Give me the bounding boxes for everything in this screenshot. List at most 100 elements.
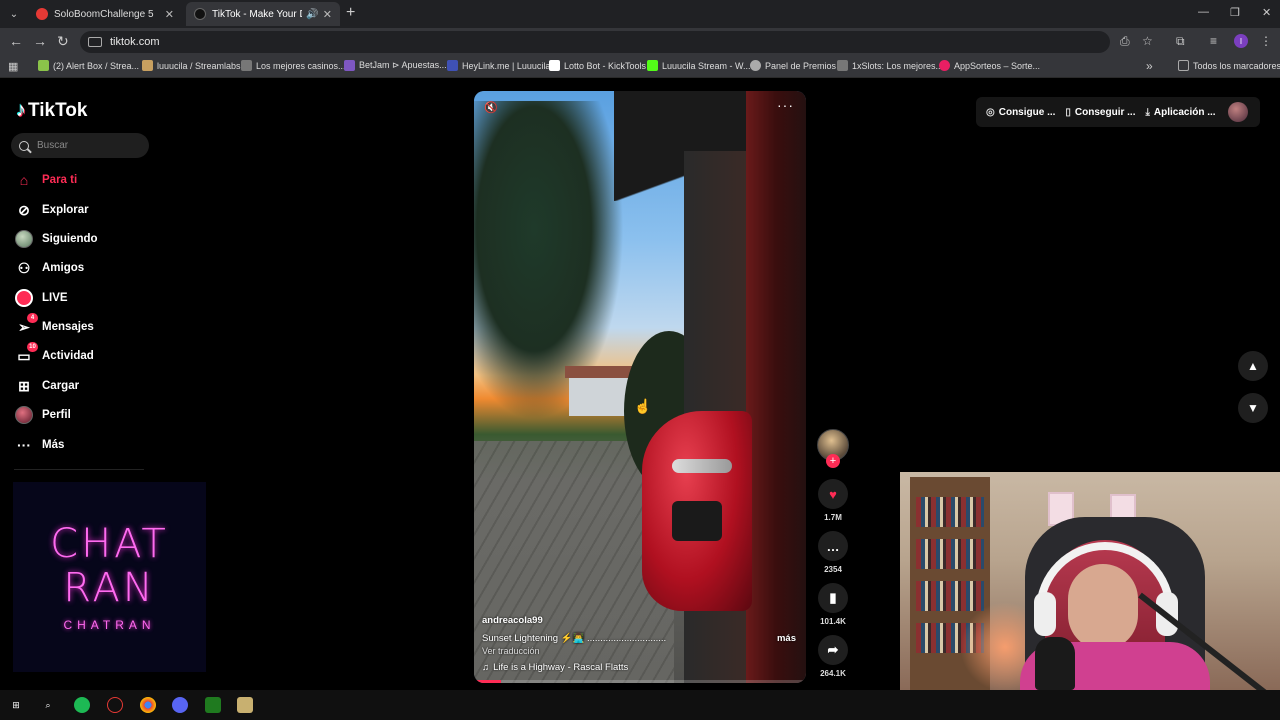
- car-headlight: [672, 459, 732, 473]
- mute-icon[interactable]: 🔇: [484, 101, 498, 114]
- restore-icon[interactable]: ❐: [1230, 6, 1240, 19]
- bookmark-favicon-icon: [241, 60, 252, 71]
- tab-soloboom[interactable]: SoloBoomChallenge 5 ✕: [28, 2, 182, 26]
- save-button[interactable]: ▮ 101.4K: [815, 583, 851, 626]
- search-input[interactable]: Buscar: [11, 133, 149, 158]
- video-author[interactable]: andreacola99: [482, 615, 798, 626]
- user-avatar[interactable]: [1227, 102, 1248, 122]
- minimize-icon[interactable]: —: [1198, 6, 1209, 18]
- bookmark-panel-premios[interactable]: Panel de Premios: [750, 60, 836, 71]
- tiktok-logo[interactable]: ♪ TikTok: [16, 99, 87, 122]
- hand-cursor-icon: ☝: [634, 398, 652, 414]
- bookmark-1xslots[interactable]: 1xSlots: Los mejores...: [837, 60, 943, 71]
- nav-siguiendo[interactable]: Siguiendo: [14, 228, 98, 250]
- like-button[interactable]: ♥ 1.7M: [815, 479, 851, 522]
- media-control-icon[interactable]: ≡: [1210, 34, 1217, 48]
- more-description-button[interactable]: más: [777, 633, 796, 644]
- bookmark-betjam[interactable]: BetJam ⊳ Apuestas...: [344, 60, 447, 71]
- discord-icon[interactable]: [172, 697, 188, 713]
- bookmark-lotto-bot[interactable]: Lotto Bot - KickTools: [549, 60, 646, 71]
- url-text: tiktok.com: [110, 36, 160, 48]
- messages-icon: ➢ 4: [14, 313, 38, 337]
- bookmark-favicon-icon: [939, 60, 950, 71]
- nav-live[interactable]: LIVE: [14, 287, 68, 309]
- bookmark-streamlabs[interactable]: luuucila / Streamlabs: [142, 60, 241, 71]
- next-video-button[interactable]: ▼: [1238, 393, 1268, 423]
- close-tab-icon[interactable]: ✕: [323, 8, 332, 21]
- league-icon[interactable]: [237, 697, 253, 713]
- bookmark-luuucila-stream[interactable]: Luuucila Stream - W...: [647, 60, 751, 71]
- heart-icon: ♥: [818, 479, 848, 509]
- bookmark-favicon-icon: [837, 60, 848, 71]
- more-bookmarks-icon[interactable]: »: [1146, 59, 1153, 73]
- new-tab-button[interactable]: +: [346, 4, 355, 22]
- webcam-overlay: [900, 472, 1280, 690]
- video-progress-fill: [474, 680, 501, 683]
- bookmark-appsorteos[interactable]: AppSorteos – Sorte...: [939, 60, 1040, 71]
- activity-badge: 10: [27, 342, 38, 352]
- video-car: [642, 411, 752, 611]
- browser-menu-icon[interactable]: ⋮: [1260, 34, 1272, 48]
- nav-cargar[interactable]: ⊞ Cargar: [14, 375, 79, 397]
- nav-mas[interactable]: ··· Más: [14, 434, 64, 456]
- close-window-icon[interactable]: ✕: [1262, 6, 1271, 19]
- forward-icon[interactable]: →: [33, 33, 47, 49]
- share-button[interactable]: ➦ 264.1K: [815, 635, 851, 678]
- nav-actividad[interactable]: ▭ 10 Actividad: [14, 342, 94, 367]
- search-placeholder: Buscar: [37, 140, 69, 151]
- close-tab-icon[interactable]: ✕: [165, 8, 174, 21]
- audio-playing-icon[interactable]: 🔊: [306, 9, 318, 20]
- translate-button[interactable]: Ver traducción: [482, 646, 798, 656]
- all-bookmarks-folder[interactable]: Todos los marcadores: [1178, 60, 1280, 71]
- nav-explorar[interactable]: ⊘ Explorar: [14, 199, 89, 221]
- get-coins-button[interactable]: ◎ Consigue ...: [986, 107, 1055, 118]
- bookmark-heylink[interactable]: HeyLink.me | Luuucila: [447, 60, 550, 71]
- taskbar-search-icon[interactable]: ⌕: [40, 697, 56, 713]
- nav-perfil[interactable]: Perfil: [14, 404, 71, 426]
- video-description: Sunset Lightening ⚡️👨‍💻 ................…: [482, 633, 796, 644]
- reload-icon[interactable]: ↻: [57, 33, 69, 50]
- nav-mensajes[interactable]: ➢ 4 Mensajes: [14, 313, 94, 338]
- spotify-icon[interactable]: [74, 697, 90, 713]
- previous-video-button[interactable]: ▲: [1238, 351, 1268, 381]
- tab-search-icon[interactable]: ⌄: [4, 4, 24, 24]
- nav-para-ti[interactable]: ⌂ Para ti: [14, 169, 77, 191]
- comment-button[interactable]: … 2354: [815, 531, 851, 574]
- profile-avatar-icon[interactable]: I: [1234, 34, 1248, 48]
- browser-tab-bar: ⌄ SoloBoomChallenge 5 ✕ TikTok - Make Yo…: [0, 0, 1280, 28]
- get-app-button[interactable]: ▯ Conseguir ...: [1065, 107, 1135, 118]
- headset-earcup: [1034, 592, 1056, 636]
- bookmarks-bar: ▦ (2) Alert Box / Strea... luuucila / St…: [0, 56, 1280, 78]
- chevron-up-icon: ▲: [1247, 359, 1259, 373]
- bookmark-favicon-icon: [549, 60, 560, 71]
- nav-amigos[interactable]: ⚇ Amigos: [14, 257, 84, 279]
- comment-icon: …: [818, 531, 848, 561]
- bookmark-alert-box[interactable]: (2) Alert Box / Strea...: [38, 60, 139, 71]
- download-app-button[interactable]: ⤓ Aplicación ...: [1145, 107, 1215, 118]
- back-icon[interactable]: ←: [9, 33, 23, 49]
- extensions-icon[interactable]: ⧉: [1176, 34, 1185, 49]
- tab-title: TikTok - Make Your Day: [212, 8, 302, 20]
- install-app-icon[interactable]: ⎙: [1120, 34, 1130, 49]
- bookmark-star-icon[interactable]: ☆: [1142, 34, 1153, 48]
- site-info-icon[interactable]: [88, 37, 102, 47]
- windows-taskbar: ⊞ ⌕: [0, 690, 1280, 720]
- app-icon[interactable]: [107, 697, 123, 713]
- share-icon: ➦: [818, 635, 848, 665]
- tab-title: SoloBoomChallenge 5: [54, 8, 154, 20]
- game-icon[interactable]: [205, 697, 221, 713]
- friends-icon: ⚇: [17, 259, 31, 276]
- address-bar[interactable]: tiktok.com: [80, 31, 1110, 53]
- apps-grid-icon[interactable]: ▦: [8, 60, 18, 73]
- video-player[interactable]: 🔇 ··· andreacola99 Sunset Lightening ⚡️👨…: [474, 91, 806, 683]
- video-more-icon[interactable]: ···: [777, 97, 794, 113]
- windows-start-icon[interactable]: ⊞: [8, 697, 24, 713]
- follow-plus-icon[interactable]: +: [826, 454, 840, 468]
- activity-icon: ▭ 10: [14, 342, 38, 366]
- home-icon: ⌂: [19, 172, 29, 188]
- music-link[interactable]: ♫ Life is a Highway - Rascal Flatts: [482, 662, 798, 673]
- chrome-icon[interactable]: [140, 697, 156, 713]
- tab-tiktok[interactable]: TikTok - Make Your Day 🔊 ✕: [186, 2, 340, 26]
- video-progress-bar[interactable]: [474, 680, 806, 683]
- bookmark-casinos[interactable]: Los mejores casinos...: [241, 60, 346, 71]
